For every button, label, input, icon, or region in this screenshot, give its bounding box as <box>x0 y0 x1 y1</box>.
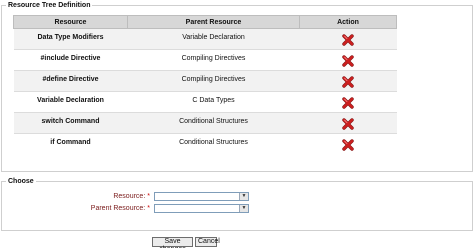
parent-resource-cell: Conditional Structures <box>127 133 300 155</box>
required-marker: * <box>147 205 150 212</box>
page: Resource Tree Definition Resource Parent… <box>0 0 474 248</box>
resource-field-row: Resource: * ▼ <box>2 192 474 204</box>
action-cell <box>299 49 397 71</box>
parent-resource-field-row: Parent Resource: * ▼ <box>2 204 474 216</box>
delete-x-icon[interactable] <box>342 55 354 67</box>
choose-fieldset: Choose Resource: * ▼ Parent Resource: * ▼ <box>1 177 474 231</box>
table-row: switch Command Conditional Structures <box>13 112 397 134</box>
parent-resource-select[interactable]: ▼ <box>154 204 249 213</box>
required-marker: * <box>147 193 150 200</box>
resource-tree-fieldset: Resource Tree Definition Resource Parent… <box>1 1 473 172</box>
parent-resource-cell: C Data Types <box>127 91 300 113</box>
action-cell <box>299 70 397 92</box>
parent-resource-cell: Compiling Directives <box>127 70 300 92</box>
resource-cell: Data Type Modifiers <box>13 28 128 50</box>
table-header-row: Resource Parent Resource Action <box>13 15 397 29</box>
parent-resource-cell: Variable Declaration <box>127 28 300 50</box>
table-row: Variable Declaration C Data Types <box>13 91 397 113</box>
parent-resource-label: Parent Resource: * <box>90 205 150 212</box>
action-cell <box>299 112 397 134</box>
resource-table: Resource Parent Resource Action Data Typ… <box>13 15 397 155</box>
cancel-button[interactable]: Cancel <box>195 237 220 247</box>
resource-cell: if Command <box>13 133 128 155</box>
resource-tree-legend: Resource Tree Definition <box>6 1 93 10</box>
parent-resource-cell: Conditional Structures <box>127 112 300 134</box>
table-row: #include Directive Compiling Directives <box>13 49 397 71</box>
column-header-resource: Resource <box>13 15 128 29</box>
column-header-parent-resource: Parent Resource <box>127 15 300 29</box>
table-row: if Command Conditional Structures <box>13 133 397 155</box>
delete-x-icon[interactable] <box>342 34 354 46</box>
delete-x-icon[interactable] <box>342 76 354 88</box>
resource-cell: #define Directive <box>13 70 128 92</box>
parent-resource-cell: Compiling Directives <box>127 49 300 71</box>
action-cell <box>299 133 397 155</box>
resource-cell: Variable Declaration <box>13 91 128 113</box>
save-changes-button[interactable]: Save changes <box>152 237 193 248</box>
column-header-action: Action <box>299 15 397 29</box>
table-row: #define Directive Compiling Directives <box>13 70 397 92</box>
choose-legend: Choose <box>6 177 36 186</box>
action-cell <box>299 28 397 50</box>
delete-x-icon[interactable] <box>342 139 354 151</box>
resource-cell: switch Command <box>13 112 128 134</box>
table-row: Data Type Modifiers Variable Declaration <box>13 28 397 50</box>
resource-cell: #include Directive <box>13 49 128 71</box>
delete-x-icon[interactable] <box>342 118 354 130</box>
delete-x-icon[interactable] <box>342 97 354 109</box>
resource-label: Resource: * <box>113 193 150 200</box>
chevron-down-icon[interactable]: ▼ <box>239 193 248 200</box>
chevron-down-icon[interactable]: ▼ <box>239 205 248 212</box>
resource-select[interactable]: ▼ <box>154 192 249 201</box>
action-cell <box>299 91 397 113</box>
